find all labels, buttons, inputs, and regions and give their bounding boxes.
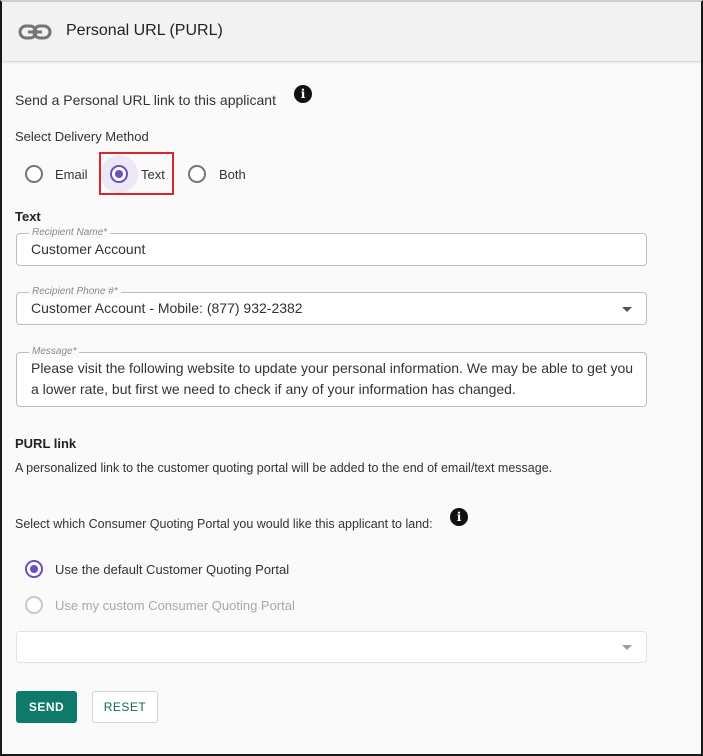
radio-custom-portal-label: Use my custom Consumer Quoting Portal — [55, 598, 295, 613]
link-icon — [18, 24, 52, 40]
portal-info-icon[interactable]: i — [450, 508, 468, 526]
purl-panel: Personal URL (PURL) Send a Personal URL … — [0, 0, 703, 756]
delivery-method-label: Select Delivery Method — [15, 129, 149, 144]
radio-both-label[interactable]: Both — [219, 167, 246, 182]
text-section-title: Text — [15, 209, 41, 224]
recipient-name-value: Customer Account — [31, 241, 146, 257]
recipient-phone-select[interactable]: Recipient Phone #* Customer Account - Mo… — [16, 286, 647, 325]
message-value: Please visit the following website to up… — [31, 360, 634, 397]
send-button[interactable]: SEND — [16, 691, 77, 723]
message-textarea[interactable]: Message* Please visit the following webs… — [16, 346, 647, 407]
page-title: Personal URL (PURL) — [66, 22, 223, 39]
portal-select-label: Select which Consumer Quoting Portal you… — [15, 517, 433, 531]
chevron-down-icon — [622, 645, 632, 650]
radio-custom-portal — [25, 596, 43, 614]
radio-email[interactable] — [25, 165, 43, 183]
message-label: Message* — [29, 346, 80, 358]
recipient-phone-label: Recipient Phone #* — [29, 286, 121, 298]
radio-email-label[interactable]: Email — [55, 167, 88, 182]
info-icon[interactable]: i — [294, 85, 312, 103]
intro-text: Send a Personal URL link to this applica… — [15, 92, 276, 108]
radio-default-portal[interactable] — [25, 560, 43, 578]
radio-default-portal-label[interactable]: Use the default Customer Quoting Portal — [55, 562, 289, 577]
purl-section-title: PURL link — [15, 436, 77, 451]
custom-portal-select — [16, 631, 647, 663]
panel-header: Personal URL (PURL) — [2, 2, 701, 62]
recipient-phone-value: Customer Account - Mobile: (877) 932-238… — [31, 300, 303, 316]
recipient-name-label: Recipient Name* — [29, 227, 111, 239]
radio-both[interactable] — [188, 165, 206, 183]
reset-button[interactable]: RESET — [92, 691, 158, 723]
purl-description: A personalized link to the customer quot… — [15, 461, 553, 475]
selection-highlight — [99, 152, 174, 195]
recipient-name-field[interactable]: Recipient Name* Customer Account — [16, 227, 647, 266]
chevron-down-icon[interactable] — [622, 307, 632, 312]
